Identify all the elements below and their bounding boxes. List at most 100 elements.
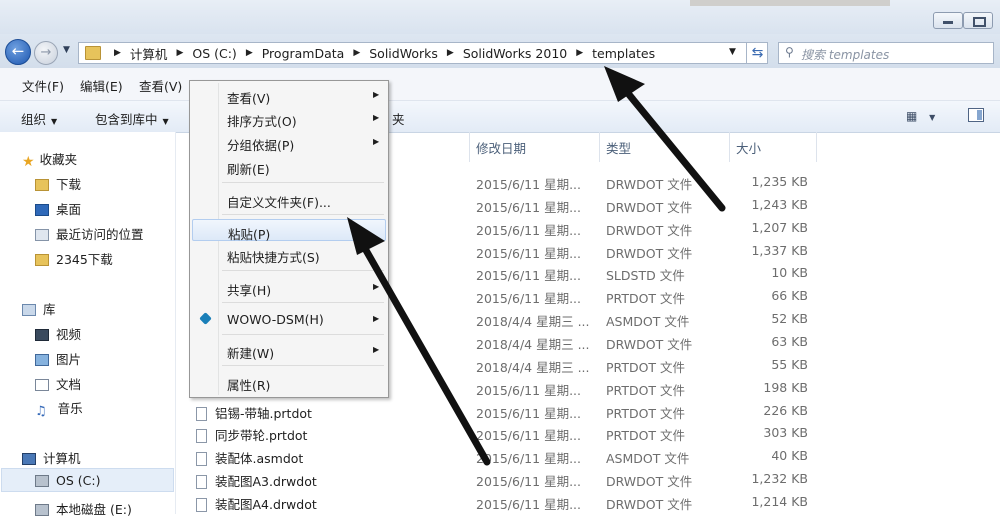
file-size: 66 KB [771, 288, 808, 304]
file-type: DRWDOT 文件 [606, 222, 693, 238]
nav-item-downloads[interactable]: 下载 [35, 174, 81, 193]
file-type: DRWDOT 文件 [606, 474, 693, 490]
column-divider[interactable] [729, 132, 730, 162]
context-menu-item-new[interactable]: 新建(W) ▶ [192, 339, 386, 361]
menu-view[interactable]: 查看(V) [139, 76, 182, 95]
file-size: 226 KB [763, 402, 808, 418]
nav-item-documents[interactable]: 文档 [35, 374, 81, 393]
minimize-icon [943, 21, 953, 24]
column-header-type[interactable]: 类型 [606, 138, 631, 157]
back-button[interactable]: ← [5, 39, 31, 65]
column-header-date[interactable]: 修改日期 [476, 138, 526, 157]
chevron-down-icon: ▼ [51, 117, 58, 126]
file-type: DRWDOT 文件 [606, 199, 693, 215]
nav-item-2345-downloads[interactable]: 2345下载 [35, 249, 113, 268]
chevron-down-icon: ▼ [929, 113, 936, 122]
preview-pane-button[interactable] [968, 108, 984, 122]
menu-file[interactable]: 文件(F) [22, 76, 64, 95]
context-menu-item-view[interactable]: 查看(V) ▶ [192, 84, 386, 106]
file-size: 1,235 KB [751, 174, 808, 189]
desktop-icon [35, 204, 49, 216]
file-type: DRWDOT 文件 [606, 177, 693, 192]
computer-icon [22, 453, 36, 465]
organize-button[interactable]: 组织 ▼ [21, 109, 57, 128]
file-date: 2015/6/11 星期... [476, 245, 581, 261]
breadcrumb-solidworks-2010[interactable]: SolidWorks 2010 [463, 46, 567, 61]
nav-libraries[interactable]: 库 [22, 299, 56, 318]
nav-item-drive-e[interactable]: 本地磁盘 (E:) [35, 499, 132, 518]
nav-item-videos[interactable]: 视频 [35, 324, 81, 343]
file-date: 2015/6/11 星期... [476, 405, 581, 421]
file-type: PRTDOT 文件 [606, 428, 686, 444]
drive-icon [35, 475, 49, 487]
context-menu-item-paste[interactable]: 粘贴(P) [192, 219, 386, 242]
nav-item-label: 图片 [56, 352, 82, 367]
menu-bar: 文件(F) 编辑(E) 查看(V) [0, 68, 1000, 101]
breadcrumb-solidworks[interactable]: SolidWorks [369, 46, 438, 61]
file-name: 装配图A4.drwdot [196, 494, 317, 513]
file-row[interactable]: 装配图A3.drwdot 2015/6/11 星期... DRWDOT 文件 1,23… [190, 468, 820, 490]
nav-item-label: 文档 [56, 377, 82, 392]
column-divider[interactable] [469, 132, 470, 162]
file-date: 2018/4/4 星期三 ... [476, 314, 590, 330]
column-divider[interactable] [816, 132, 817, 162]
chevron-right-icon[interactable]: ▶ [353, 48, 360, 58]
chevron-right-icon[interactable]: ▶ [176, 48, 183, 58]
file-row[interactable]: 装配体.asmdot 2015/6/11 星期... ASMDOT 文件 40 KB [190, 445, 820, 467]
context-menu-item-customize[interactable]: 自定义文件夹(F)... [192, 188, 386, 210]
nav-computer-label: 计算机 [43, 451, 81, 466]
context-menu-item-refresh[interactable]: 刷新(E) [192, 155, 386, 177]
file-row[interactable]: 铝锡-带轴.prtdot 2015/6/11 星期... PRTDOT 文件 226 … [190, 400, 820, 422]
column-divider[interactable] [599, 132, 600, 162]
search-input[interactable]: ⚲ 搜索 templates [778, 42, 994, 64]
file-row[interactable]: 同步带轮.prtdot 2015/6/11 星期... PRTDOT 文件 303 K… [190, 422, 820, 444]
context-menu-item-group[interactable]: 分组依据(P) ▶ [192, 131, 386, 153]
nav-item-drive-c[interactable]: OS (C:) [35, 473, 100, 488]
chevron-right-icon[interactable]: ▶ [447, 48, 454, 58]
new-folder-button[interactable]: 夹 [392, 109, 405, 128]
nav-item-recent-places[interactable]: 最近访问的位置 [35, 224, 144, 243]
nav-item-desktop[interactable]: 桌面 [35, 199, 81, 218]
menu-item-label: 分组依据(P) [227, 138, 295, 153]
file-date: 2015/6/11 星期... [476, 428, 581, 444]
file-type: PRTDOT 文件 [606, 359, 686, 375]
file-date: 2015/6/11 星期... [476, 199, 581, 215]
address-bar[interactable]: ▶ 计算机 ▶ OS (C:) ▶ ProgramData ▶ SolidWor… [78, 42, 768, 64]
nav-computer[interactable]: 计算机 [22, 448, 81, 467]
include-in-library-button[interactable]: 包含到库中 ▼ [95, 109, 169, 128]
file-row[interactable]: 装配图A4.drwdot 2015/6/11 星期... DRWDOT 文件 1,21… [190, 491, 820, 513]
submenu-arrow-icon: ▶ [373, 113, 380, 122]
context-menu-item-properties[interactable]: 属性(R) [192, 371, 386, 393]
chevron-right-icon[interactable]: ▶ [114, 48, 121, 58]
organize-label: 组织 [21, 112, 47, 127]
file-name-text: 装配图A4.drwdot [215, 496, 317, 512]
submenu-arrow-icon: ▶ [373, 137, 380, 146]
context-menu-item-wowo-dsm[interactable]: WOWO-DSM(H) ▶ [192, 308, 386, 330]
breadcrumb-computer[interactable]: 计算机 [130, 44, 168, 63]
chevron-right-icon[interactable]: ▶ [246, 48, 253, 58]
context-menu-item-sort[interactable]: 排序方式(O) ▶ [192, 107, 386, 129]
chevron-down-icon: ▼ [162, 117, 169, 126]
forward-button[interactable]: → [34, 41, 58, 65]
command-bar: 组织 ▼ 包含到库中 ▼ 夹 ▦ ▼ [0, 101, 1000, 133]
nav-item-music[interactable]: ♫ 音乐 [35, 398, 83, 419]
view-options-button[interactable]: ▦ ▼ [906, 109, 935, 123]
minimize-button[interactable] [933, 12, 963, 29]
submenu-arrow-icon: ▶ [373, 345, 380, 354]
maximize-button[interactable] [963, 12, 993, 29]
nav-favorites[interactable]: ★ 收藏夹 [22, 149, 77, 170]
address-dropdown-icon[interactable]: ▼ [729, 47, 736, 57]
breadcrumb-programdata[interactable]: ProgramData [262, 46, 345, 61]
chevron-right-icon[interactable]: ▶ [576, 48, 583, 58]
nav-item-pictures[interactable]: 图片 [35, 349, 81, 368]
menu-edit[interactable]: 编辑(E) [80, 76, 123, 95]
column-header-size[interactable]: 大小 [736, 138, 761, 157]
context-menu-item-paste-shortcut[interactable]: 粘贴快捷方式(S) [192, 243, 386, 265]
context-menu-item-share[interactable]: 共享(H) ▶ [192, 276, 386, 298]
address-row: ← → ▼ ▶ 计算机 ▶ OS (C:) ▶ ProgramData ▶ So… [0, 34, 1000, 68]
recent-pages-dropdown-icon[interactable]: ▼ [63, 45, 70, 55]
refresh-button[interactable]: ⇆ [746, 42, 768, 64]
file-name-text: 同步带轮.prtdot [215, 428, 308, 444]
breadcrumb-templates[interactable]: templates [592, 46, 655, 61]
breadcrumb-os-c[interactable]: OS (C:) [192, 46, 236, 61]
